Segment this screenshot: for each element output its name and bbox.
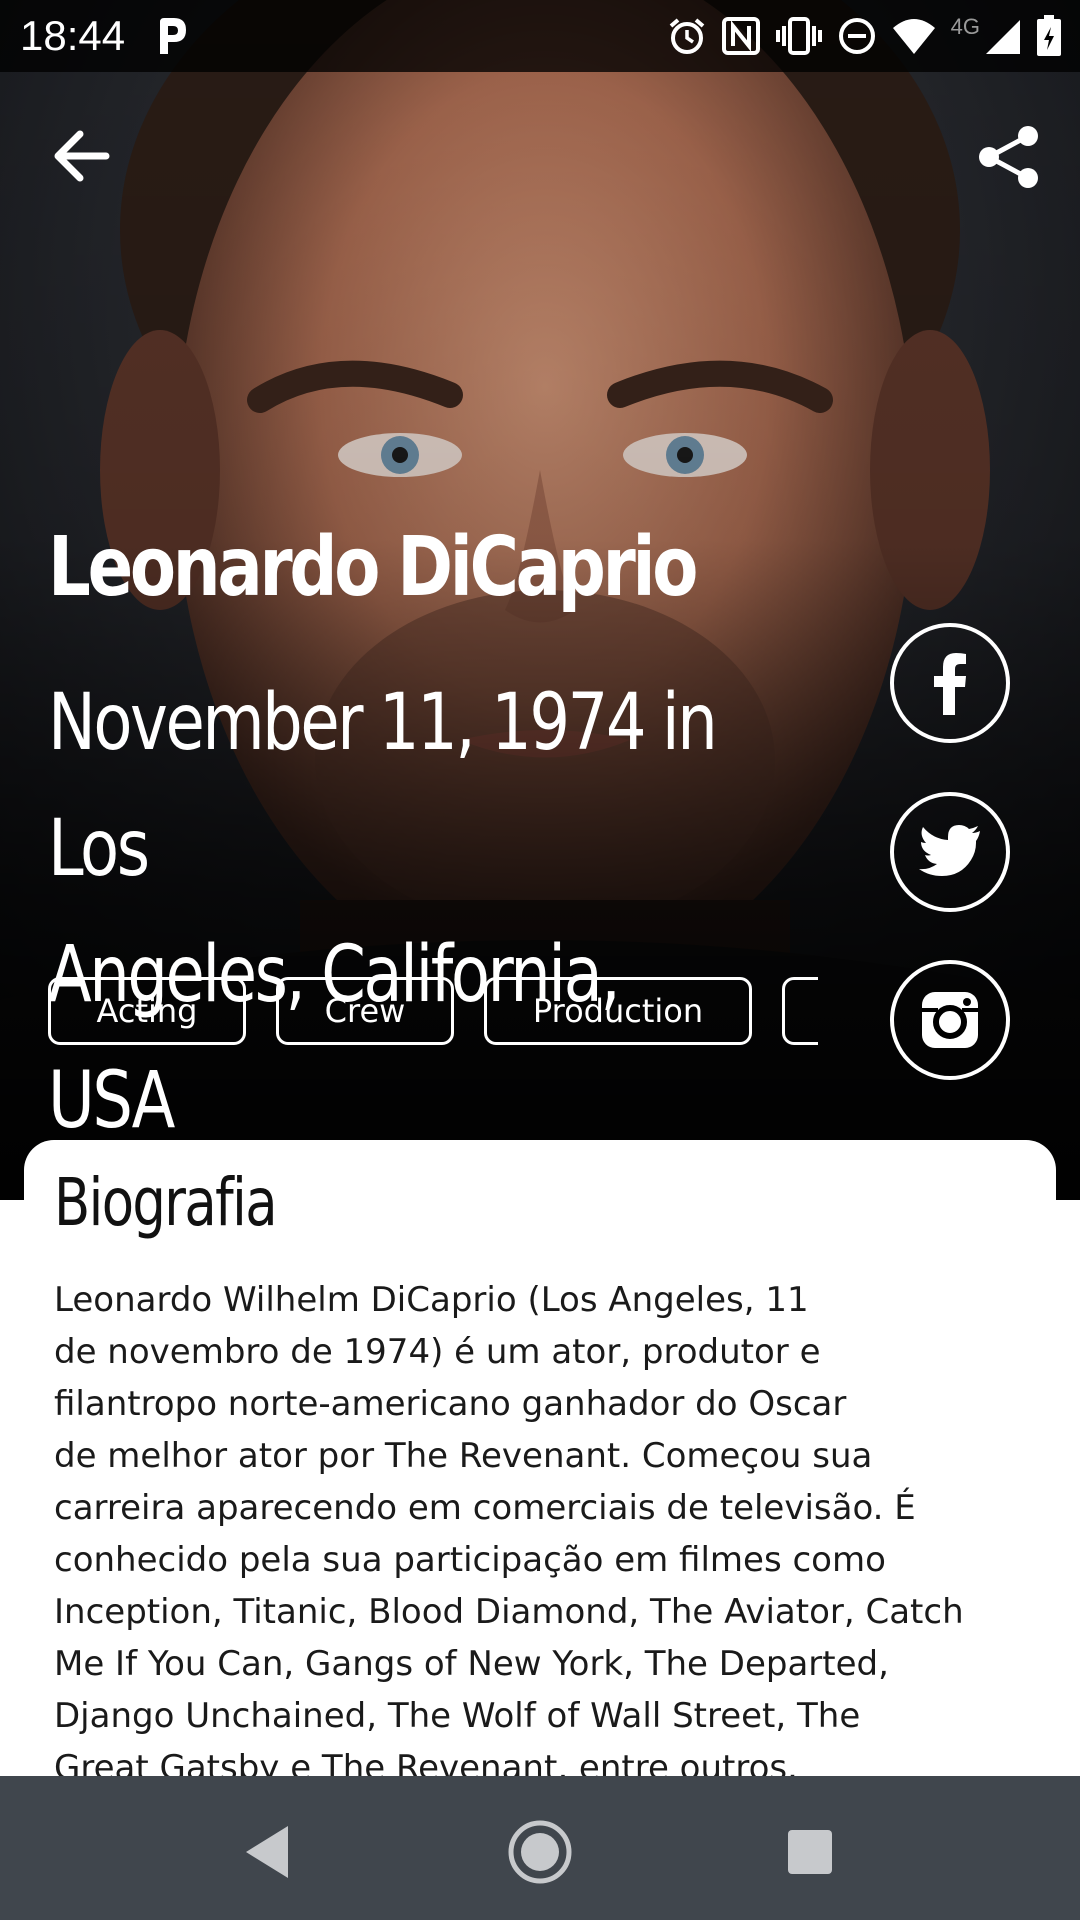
person-detail-screen: 18:44 4G Leonardo DiCaprio November 11, …: [0, 0, 1080, 1920]
cell-signal-icon: [986, 20, 1020, 54]
bio-line: Inception, Titanic, Blood Diamond, The A…: [54, 1592, 964, 1632]
birth-line-1: November 11, 1974 in Los: [48, 678, 718, 894]
department-chips: Acting Crew Production: [48, 977, 818, 1049]
facebook-icon: [934, 653, 966, 715]
chip-production[interactable]: Production: [484, 977, 752, 1045]
nav-recents-button[interactable]: [770, 1812, 850, 1892]
share-icon: [979, 126, 1038, 188]
parking-app-icon: [160, 18, 186, 54]
alarm-icon: [669, 18, 704, 54]
battery-charging-icon: [1037, 15, 1061, 56]
system-navigation-bar: [0, 1776, 1080, 1920]
facebook-button[interactable]: [890, 623, 1010, 743]
share-button[interactable]: [976, 124, 1042, 190]
nfc-icon: [721, 17, 760, 55]
vibrate-icon: [775, 17, 822, 55]
nav-home-button[interactable]: [500, 1812, 580, 1892]
nav-recents-icon: [788, 1830, 832, 1874]
person-birth-info: November 11, 1974 in Los Angeles, Califo…: [48, 660, 753, 1164]
person-name: Leonardo DiCaprio: [48, 520, 698, 615]
biography-title: Biografia: [54, 1164, 278, 1241]
nav-back-icon: [246, 1826, 288, 1878]
arrow-back-icon: [54, 130, 110, 182]
bio-line: Django Unchained, The Wolf of Wall Stree…: [54, 1696, 861, 1736]
nav-home-icon: [508, 1820, 572, 1884]
twitter-button[interactable]: [890, 792, 1010, 912]
bio-line: carreira aparecendo em comerciais de tel…: [54, 1488, 916, 1528]
chip-partial[interactable]: [782, 977, 818, 1045]
twitter-icon: [919, 825, 980, 876]
instagram-button[interactable]: [890, 960, 1010, 1080]
back-button[interactable]: [48, 124, 120, 188]
network-type-label: 4G: [950, 14, 980, 39]
status-bar: 18:44 4G: [0, 0, 1080, 72]
bio-line: filantropo norte-americano ganhador do O…: [54, 1384, 847, 1424]
chip-acting[interactable]: Acting: [48, 977, 246, 1045]
instagram-icon: [922, 992, 978, 1048]
chip-crew[interactable]: Crew: [276, 977, 454, 1045]
wifi-icon: [892, 19, 935, 54]
status-icons: 4G: [667, 12, 1062, 60]
bio-line: de novembro de 1974) é um ator, produtor…: [54, 1332, 821, 1372]
bio-line: conhecido pela sua participação em filme…: [54, 1540, 886, 1580]
status-time: 18:44: [20, 12, 126, 59]
nav-back-button[interactable]: [230, 1812, 310, 1892]
do-not-disturb-icon: [838, 18, 875, 54]
bio-line: de melhor ator por The Revenant. Começou…: [54, 1436, 873, 1476]
bio-line: Me If You Can, Gangs of New York, The De…: [54, 1644, 889, 1684]
biography-text: Leonardo Wilhelm DiCaprio (Los Angeles, …: [54, 1274, 1044, 1794]
bio-line: Leonardo Wilhelm DiCaprio (Los Angeles, …: [54, 1280, 809, 1320]
